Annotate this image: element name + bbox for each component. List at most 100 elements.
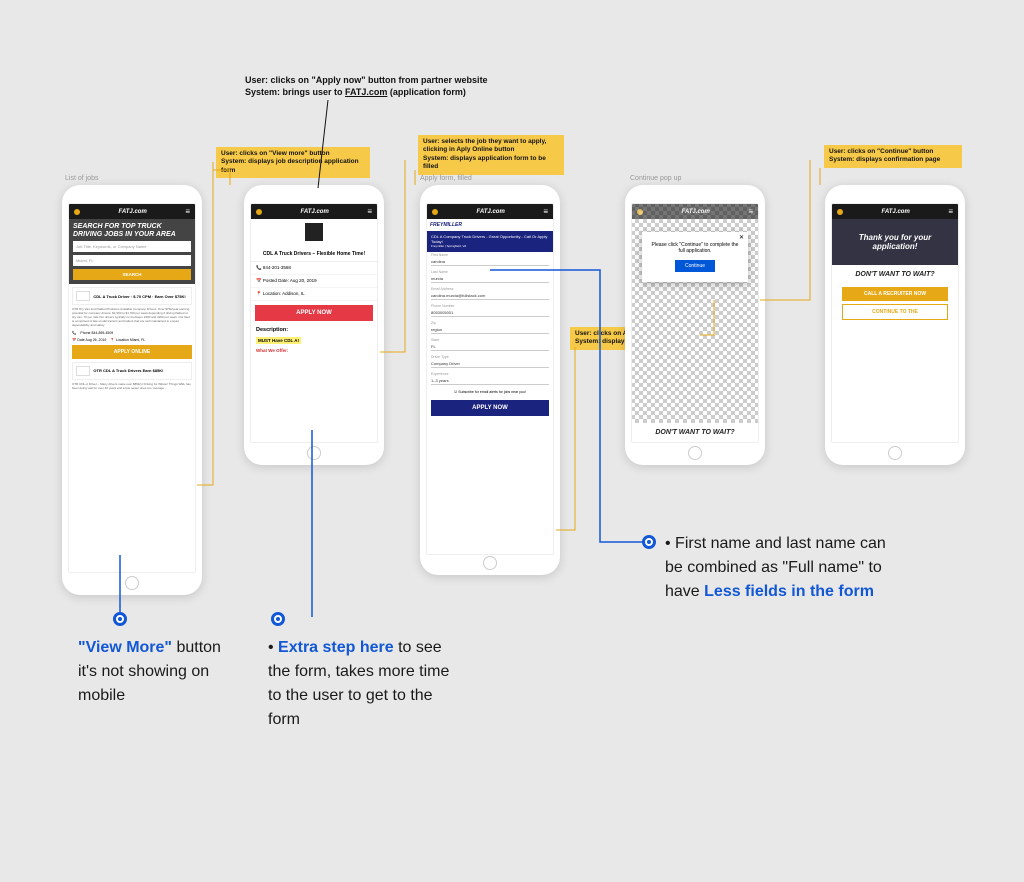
search-input[interactable]: Job Title, Keywords, or Company Name (73, 241, 191, 252)
bullet-icon (113, 612, 127, 626)
hero-search: SEARCH FOR TOP TRUCK DRIVING JOBS IN YOU… (69, 219, 195, 284)
detail-posted: 📅 Posted Date: Aug 20, 2019 (251, 275, 377, 288)
job-card-2[interactable]: OTR CDL A Truck Drivers Earn $85K! (72, 362, 192, 380)
home-button-icon (888, 446, 902, 460)
location-input[interactable]: Miami, FL (73, 255, 191, 266)
freymiller-logo: FREYMILLER (430, 222, 550, 228)
app-header: FATJ.com ≡ (427, 204, 553, 219)
phone-input[interactable]: 8053005001 (431, 309, 549, 317)
thanks-line2: application! (836, 242, 954, 251)
bullet-icon (271, 612, 285, 626)
phone-confirmation: FATJ.com ≡ Thank you for your applicatio… (825, 185, 965, 465)
email-input[interactable]: carolina.murcia@fullstack.com (431, 292, 549, 300)
menu-icon[interactable]: ≡ (367, 207, 372, 216)
thanks-line1: Thank you for your (836, 233, 954, 242)
continue-button[interactable]: Continue (675, 260, 715, 272)
flow-note-top: User: clicks on "Apply now" button from … (245, 75, 488, 98)
job-banner: CDL A Company Truck Drivers - Great Oppo… (427, 231, 553, 252)
logo-dot-icon (74, 209, 80, 215)
yellow-note-4: User: clicks on "Continue" button System… (824, 145, 962, 168)
continue-popup: ✕ Please click "Continue" to complete th… (642, 232, 748, 282)
note-line: User: clicks on "View more" button (221, 150, 365, 158)
menu-icon[interactable]: ≡ (185, 207, 190, 216)
apply-now-button[interactable]: APPLY NOW (255, 305, 373, 321)
screen-label-1: List of jobs (65, 175, 98, 182)
job-date: Date Aug 26, 2019 (77, 338, 106, 342)
annotation-view-more: "View More" button it's not showing on m… (78, 636, 228, 708)
note-line: System: displays confirmation page (829, 156, 957, 164)
annotation-full-name: • First name and last name can be combin… (665, 532, 905, 604)
brand-text: FATJ.com (682, 209, 710, 215)
phone-job-detail: FATJ.com ≡ CDL A Truck Drivers – Flexibl… (244, 185, 384, 465)
screen-label-3: Continue pop up (630, 175, 681, 182)
dont-wait-heading: DON'T WANT TO WAIT? (832, 265, 958, 284)
job-description-2: OTR CDL-A Driver – Many drivers make ove… (72, 383, 192, 391)
job-card[interactable]: CDL A Truck Driver · $.70 CPM · Earn Ove… (72, 287, 192, 305)
company-logo (76, 291, 90, 301)
company-logo-2 (76, 366, 90, 376)
brand-text: FATJ.com (882, 209, 910, 215)
detail-location: 📍 Location: Addison, IL (251, 288, 377, 301)
state-input[interactable]: FL (431, 343, 549, 351)
note-line: User: clicks on "Continue" button (829, 148, 957, 156)
phone-continue-popup: FATJ.com ≡ ✕ Please click "Continue" to … (625, 185, 765, 465)
phone-meta: 📞Phone 844-895-4509 (72, 331, 192, 335)
job-detail-title: CDL A Truck Drivers – Flexible Home Time… (251, 247, 377, 262)
last-name-input[interactable]: murcia (431, 275, 549, 283)
hero-title: SEARCH FOR TOP TRUCK DRIVING JOBS IN YOU… (73, 223, 191, 238)
company-logo (305, 223, 323, 241)
subscribe-checkbox[interactable]: ☑ Subscribe for email alerts for jobs ne… (427, 388, 553, 396)
menu-icon[interactable]: ≡ (948, 207, 953, 216)
logo-dot-icon (637, 209, 643, 215)
phone-apply-form: FATJ.com ≡ FREYMILLER CDL A Company Truc… (420, 185, 560, 575)
brand-text: FATJ.com (119, 209, 147, 215)
home-button-icon (307, 446, 321, 460)
search-button[interactable]: SEARCH (73, 269, 191, 280)
app-header: FATJ.com ≡ (69, 204, 195, 219)
job-title-2: OTR CDL A Truck Drivers Earn $85K! (93, 368, 163, 373)
close-icon[interactable]: ✕ (739, 234, 744, 241)
yellow-note-2: User: selects the job they want to apply… (418, 135, 564, 175)
job-description: OTR Dry Van and Flatbed Positions Availa… (72, 308, 192, 327)
app-header: FATJ.com ≡ (832, 204, 958, 219)
dont-wait-heading: DON'T WANT TO WAIT? (632, 423, 758, 442)
job-meta: 📅 Date Aug 26, 2019 📍 Location Miami, FL (72, 338, 192, 342)
home-button-icon (125, 576, 139, 590)
annotation-strong: "View More" (78, 639, 172, 656)
description-label: Description: (251, 325, 377, 335)
annotation-strong: Extra step here (278, 639, 394, 656)
annotation-extra-step: • Extra step here to see the form, takes… (268, 636, 458, 732)
logo-dot-icon (837, 209, 843, 215)
experience-select[interactable]: 1–3 years (431, 377, 549, 385)
job-title: CDL A Truck Driver · $.70 CPM · Earn Ove… (93, 294, 185, 299)
zip-input[interactable]: region (431, 326, 549, 334)
first-name-input[interactable]: carolina (431, 258, 549, 266)
logo-dot-icon (432, 209, 438, 215)
note-line: System: displays application form to be … (423, 155, 559, 172)
logo-dot-icon (256, 209, 262, 215)
apply-online-button[interactable]: APPLY ONLINE (72, 345, 192, 359)
menu-icon[interactable]: ≡ (748, 207, 753, 216)
job-location: Location Miami, FL (116, 338, 146, 342)
menu-icon[interactable]: ≡ (543, 207, 548, 216)
call-recruiter-button[interactable]: CALL A RECRUITER NOW (842, 287, 948, 301)
bullet-icon (642, 535, 656, 549)
yellow-note-1: User: clicks on "View more" button Syste… (216, 147, 370, 178)
job-phone: Phone 844-895-4509 (80, 331, 113, 335)
detail-phone: 📞 844-201-3568 (251, 262, 377, 275)
driver-type-select[interactable]: Company Driver (431, 360, 549, 368)
phone-list-of-jobs: FATJ.com ≡ SEARCH FOR TOP TRUCK DRIVING … (62, 185, 202, 595)
popup-text: Please click "Continue" to complete the … (648, 242, 742, 254)
note-line: System: displays job description applica… (221, 158, 365, 175)
home-button-icon (688, 446, 702, 460)
screen-label-2: Apply form, filled (420, 175, 472, 182)
app-header: FATJ.com ≡ (251, 204, 377, 219)
note-line: User: selects the job they want to apply… (423, 138, 559, 155)
app-header: FATJ.com ≡ (632, 204, 758, 219)
brand-text: FATJ.com (477, 209, 505, 215)
brand-text: FATJ.com (301, 209, 329, 215)
apply-now-submit[interactable]: APPLY NOW (431, 400, 549, 416)
continue-to-button[interactable]: CONTINUE TO THE (842, 304, 948, 320)
offer-label: What We Offer: (251, 346, 377, 355)
banner-subtitle: Freymiller | Springfield, VA (431, 245, 549, 249)
